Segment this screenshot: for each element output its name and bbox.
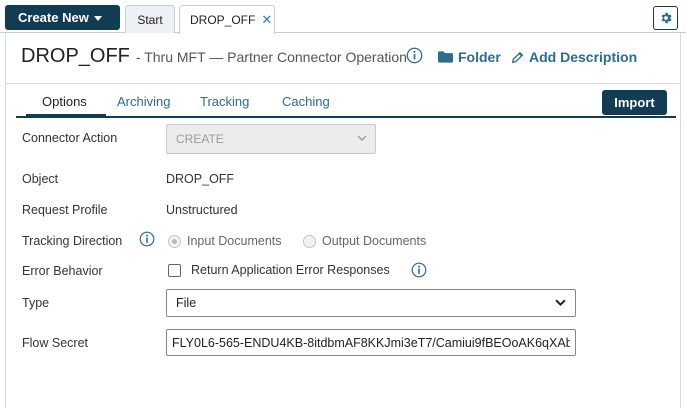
settings-button[interactable] (653, 6, 678, 30)
object-value: DROP_OFF (166, 172, 235, 186)
sub-tabs: Options Archiving Tracking Caching (16, 84, 676, 118)
folder-icon (438, 51, 453, 63)
component-panel: DROP_OFF - Thru MFT — Partner Connector … (5, 33, 681, 408)
top-bar: Create New Start DROP_OFF ✕ (0, 0, 686, 34)
radio-input-documents[interactable]: Input Documents (168, 234, 282, 248)
page-subtitle: - Thru MFT — Partner Connector Operation (135, 49, 407, 65)
pencil-icon (511, 51, 524, 63)
connector-action-label: Connector Action (22, 131, 118, 145)
flow-secret-label: Flow Secret (22, 336, 88, 350)
folder-label: Folder (458, 49, 501, 65)
type-select[interactable]: File (166, 289, 576, 317)
return-error-responses-checkbox[interactable] (168, 264, 181, 277)
add-description-label: Add Description (529, 49, 638, 65)
folder-link[interactable]: Folder (438, 49, 501, 65)
connector-action-value: CREATE (176, 132, 224, 146)
tab-options[interactable]: Options (42, 94, 87, 109)
request-profile-value: Unstructured (166, 203, 238, 217)
close-icon[interactable]: ✕ (261, 12, 272, 28)
page-title: DROP_OFF (21, 45, 130, 67)
radio-input-documents-label: Input Documents (187, 234, 282, 248)
import-button[interactable]: Import (602, 90, 667, 115)
add-description-link[interactable]: Add Description (511, 49, 637, 65)
gear-icon (661, 12, 672, 24)
title-row: DROP_OFF - Thru MFT — Partner Connector … (21, 45, 407, 68)
create-new-label: Create New (18, 10, 89, 25)
tab-archiving[interactable]: Archiving (117, 94, 170, 109)
object-label: Object (22, 172, 59, 186)
radio-input-documents-circle[interactable] (168, 234, 181, 248)
type-value: File (176, 296, 197, 310)
radio-output-documents-circle[interactable] (303, 234, 316, 248)
tab-start[interactable]: Start (125, 5, 175, 33)
info-icon[interactable] (411, 262, 427, 278)
tab-drop-off-label: DROP_OFF (190, 13, 256, 27)
type-label: Type (22, 296, 50, 310)
create-new-button[interactable]: Create New (5, 5, 120, 30)
tab-caching[interactable]: Caching (282, 94, 330, 109)
return-error-responses-label: Return Application Error Responses (191, 263, 390, 277)
radio-output-documents[interactable]: Output Documents (303, 234, 426, 248)
active-tab-indicator (26, 114, 106, 117)
error-behavior-label: Error Behavior (22, 264, 103, 278)
flow-secret-input[interactable] (166, 329, 576, 356)
request-profile-label: Request Profile (22, 203, 108, 217)
tracking-direction-label: Tracking Direction (22, 234, 123, 248)
tab-tracking[interactable]: Tracking (200, 94, 249, 109)
caret-down-icon (93, 16, 102, 21)
connector-action-select: CREATE (166, 124, 376, 154)
radio-output-documents-label: Output Documents (322, 234, 427, 248)
info-icon[interactable] (139, 231, 155, 247)
info-icon[interactable] (406, 47, 423, 64)
chevron-down-icon (357, 135, 367, 142)
chevron-down-icon (555, 299, 566, 307)
tab-start-label: Start (137, 12, 163, 27)
tab-drop-off[interactable]: DROP_OFF ✕ (179, 5, 275, 34)
